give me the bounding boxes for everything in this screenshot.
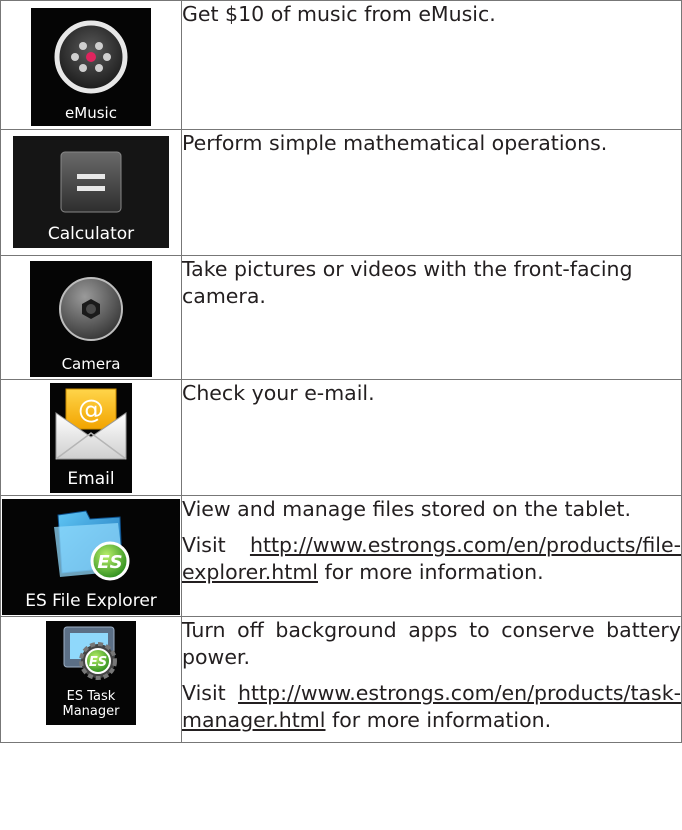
description-cell: Perform simple mathematical operations. [181,129,682,256]
emusic-app-icon[interactable]: eMusic [31,8,151,126]
description-cell: View and manage files stored on the tabl… [181,495,682,617]
app-name-label: eMusic [65,104,117,122]
description-cell: Turn off background apps to conserve bat… [181,616,682,743]
apps-table: eMusic Get $10 of music from eMusic. Cal… [0,0,682,743]
calculator-icon [60,151,122,213]
es-file-explorer-app-icon[interactable]: ES ES File Explorer [2,499,180,615]
description-cell: Take pictures or videos with the front-f… [181,255,682,380]
app-name-label: Email [67,469,115,489]
envelope-icon: @ [55,388,127,460]
visit-suffix: for more information. [332,708,552,732]
svg-text:ES: ES [97,552,122,573]
icon-cell: ES ES File Explorer [0,495,182,617]
task-manager-icon: ES [63,626,117,680]
svg-text:@: @ [78,395,104,425]
description-text: Turn off background apps to conserve bat… [182,618,681,669]
visit-suffix: for more information. [324,560,544,584]
icon-cell: @ Email [0,379,182,496]
description-cell: Get $10 of music from eMusic. [181,0,682,130]
description-text: Check your e-mail. [182,381,375,405]
description-text: Get $10 of music from eMusic. [182,2,496,26]
table-row: Calculator Perform simple mathematical o… [0,129,682,256]
visit-prefix: Visit [182,533,226,557]
icon-cell: Camera [0,255,182,380]
svg-text:ES: ES [89,655,107,670]
visit-paragraph: Visit http://www.estrongs.com/en/product… [182,680,681,734]
app-name-label: Calculator [47,224,135,244]
table-row: @ Email Check your e-mail. [0,379,682,496]
email-app-icon[interactable]: @ Email [50,383,132,493]
icon-cell: eMusic [0,0,182,130]
emusic-icon [54,20,128,94]
calculator-app-icon[interactable]: Calculator [13,136,169,248]
description-text: Take pictures or videos with the front-f… [182,257,633,308]
table-row: Camera Take pictures or videos with the … [0,255,682,380]
table-row: ES ES Task Manager Turn off background a… [0,616,682,743]
description-cell: Check your e-mail. [181,379,682,496]
app-name-label: Camera [61,355,121,373]
folder-icon: ES [54,510,130,581]
visit-prefix: Visit [182,681,226,705]
app-name-label: ES File Explorer [25,591,157,611]
es-task-manager-app-icon[interactable]: ES ES Task Manager [46,621,136,725]
description-text: Perform simple mathematical operations. [182,131,608,155]
app-name-label: ES Task Manager [62,689,120,719]
table-row: eMusic Get $10 of music from eMusic. [0,0,682,130]
icon-cell: Calculator [0,129,182,256]
visit-paragraph: Visit http://www.estrongs.com/en/product… [182,532,681,586]
camera-app-icon[interactable]: Camera [30,261,152,377]
icon-cell: ES ES Task Manager [0,616,182,743]
camera-icon [59,277,123,341]
description-text: View and manage files stored on the tabl… [182,497,631,521]
table-row: ES ES File Explorer View and manage file… [0,495,682,617]
